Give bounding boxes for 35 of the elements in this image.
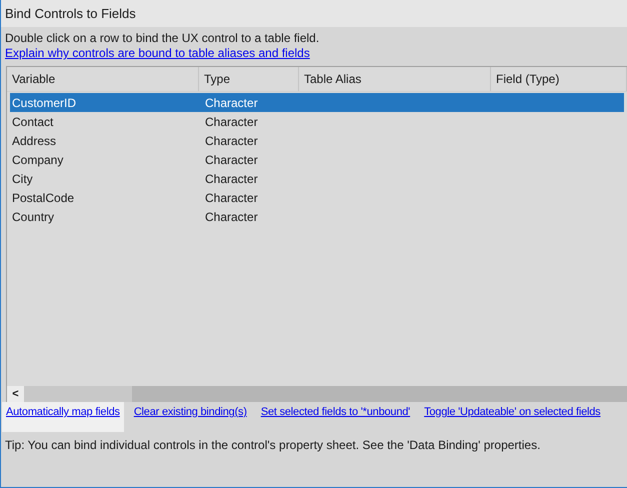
horizontal-scrollbar[interactable]: <: [7, 386, 627, 402]
explain-link[interactable]: Explain why controls are bound to table aliases and fields: [5, 46, 310, 61]
table-cell-text: City: [11, 170, 34, 188]
table-row[interactable]: Address Character: [10, 131, 624, 150]
table-cell-text: Character: [204, 208, 259, 226]
window-title: Bind Controls to Fields: [5, 4, 136, 23]
table-cell-text: Character: [204, 170, 259, 188]
table-row[interactable]: City Character: [10, 169, 624, 188]
table-row[interactable]: PostalCode Character: [10, 188, 624, 207]
action-link[interactable]: Automatically map fields: [2, 402, 124, 432]
table-cell-text: CustomerID: [11, 94, 78, 112]
table-cell-text: Country: [11, 208, 56, 226]
table-cell-text: Contact: [11, 114, 54, 130]
table-cell-text: Company: [11, 152, 64, 168]
table-cell-text: PostalCode: [11, 190, 76, 206]
column-header[interactable]: Variable: [7, 67, 199, 91]
column-header[interactable]: Table Alias: [299, 67, 491, 91]
scroll-left-button[interactable]: <: [7, 386, 24, 402]
action-link[interactable]: Set selected fields to '*unbound': [256, 402, 414, 422]
table-cell-text: Address: [11, 132, 58, 150]
tip-text: Tip: You can bind individual controls in the control's property sheet. See the 'Data Binding' properties.: [4, 437, 542, 454]
table-cell-text: Character: [204, 94, 259, 112]
action-link[interactable]: Clear existing binding(s): [130, 402, 251, 422]
table-cell-text: Character: [204, 132, 259, 150]
table-cell-text: Character: [204, 190, 259, 206]
action-link[interactable]: Toggle 'Updateable' on selected fields: [420, 402, 604, 422]
column-header[interactable]: Type: [199, 67, 299, 91]
table-cell-text: Character: [204, 114, 259, 130]
table-row[interactable]: Contact Character: [10, 112, 624, 131]
table-cell-text: Character: [204, 152, 259, 168]
table-row[interactable]: CustomerID Character: [10, 93, 624, 112]
table-row[interactable]: Country Character: [10, 207, 624, 226]
table-row[interactable]: Company Character: [10, 150, 624, 169]
column-header[interactable]: Field (Type): [491, 67, 627, 91]
instructions-text: Double click on a row to bind the UX control to a table field.: [5, 31, 320, 46]
